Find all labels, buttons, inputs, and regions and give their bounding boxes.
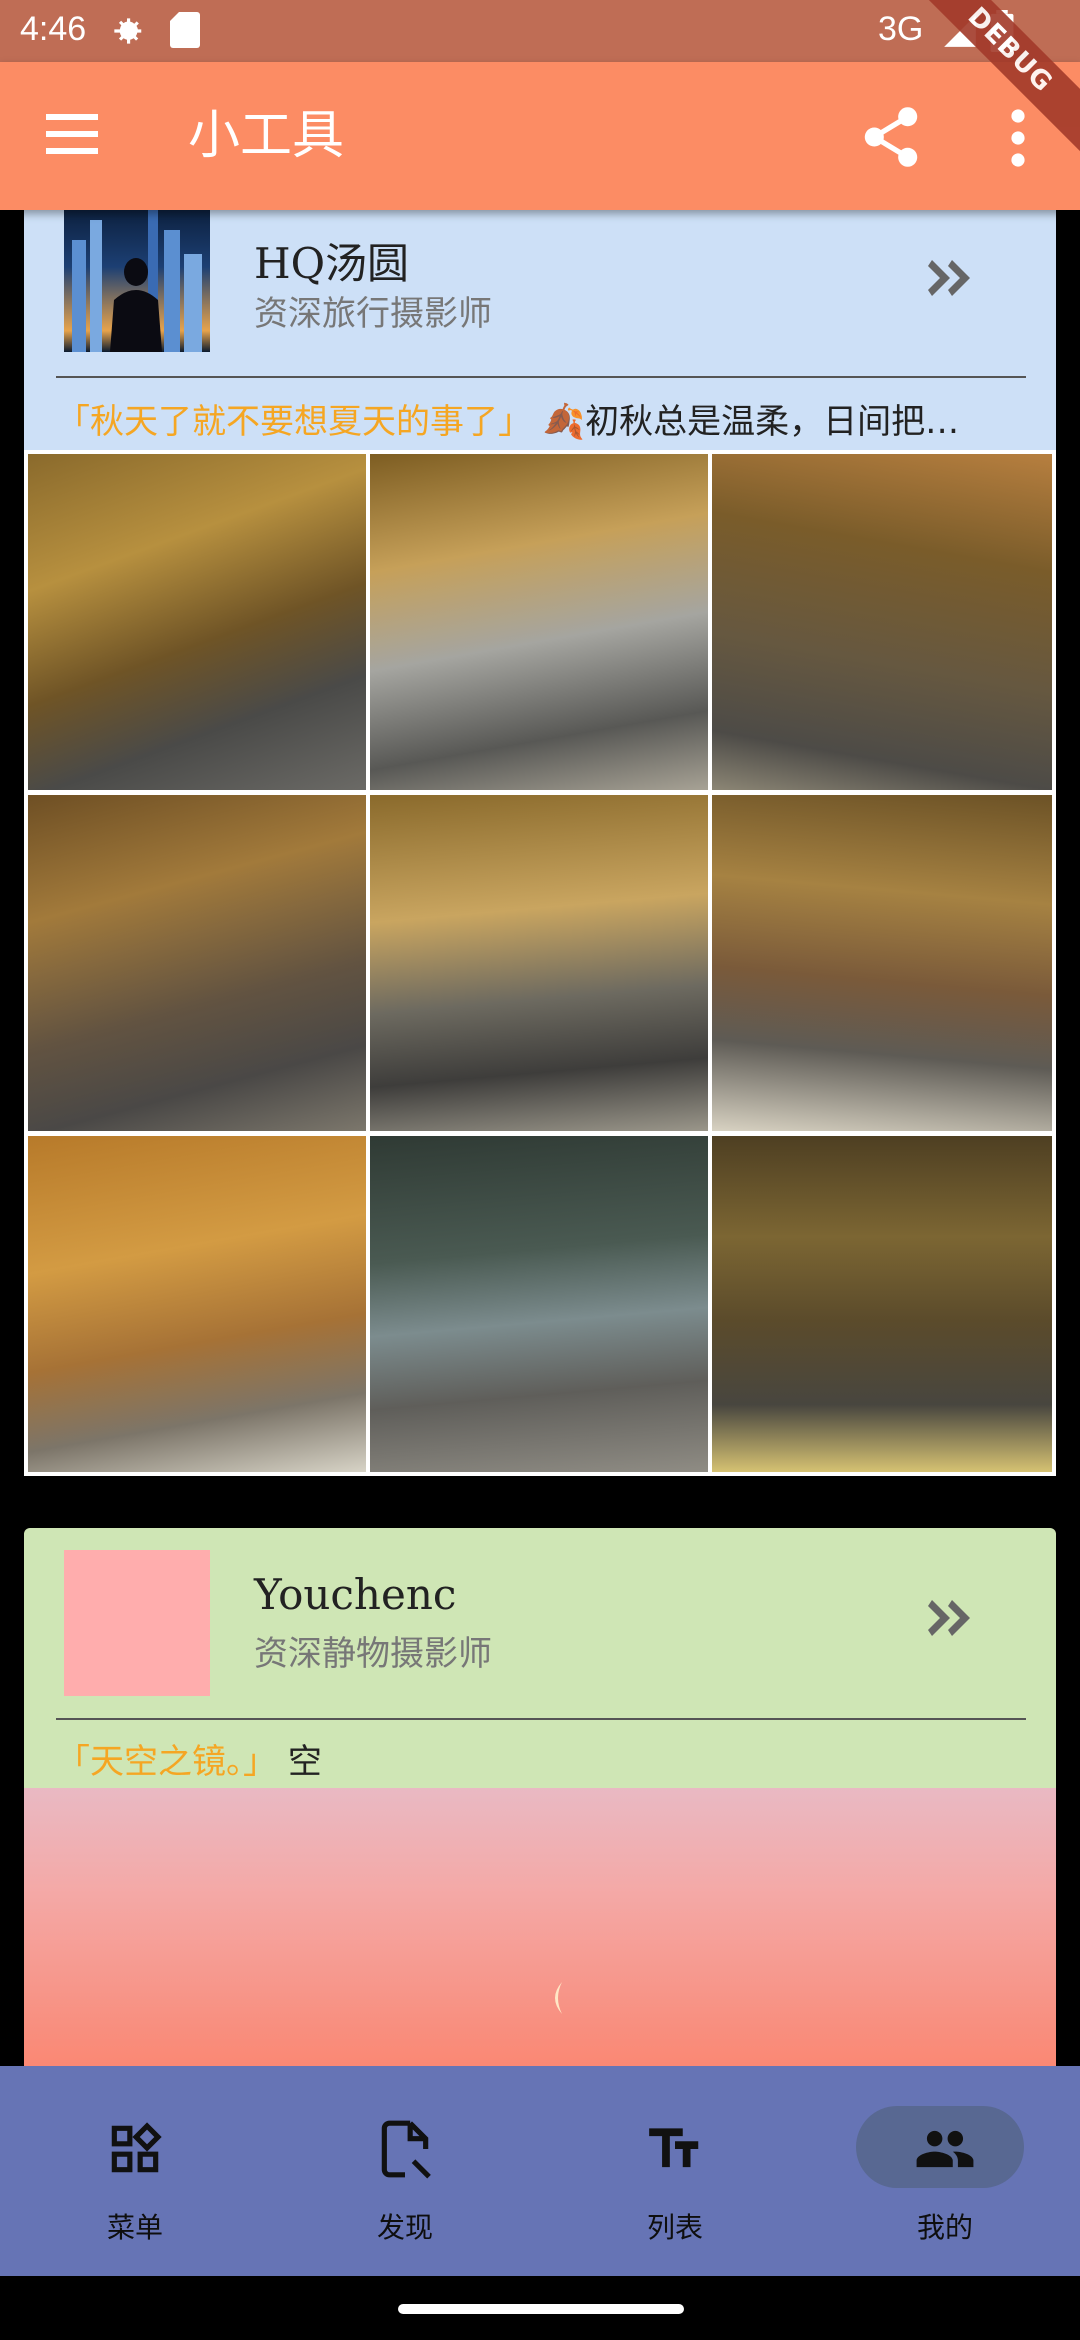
photo-street[interactable] bbox=[712, 1136, 1052, 1472]
post-summary[interactable]: 「天空之镜。」 空 bbox=[56, 1734, 1046, 1783]
gesture-bar bbox=[0, 2276, 1080, 2340]
double-chevron-right-icon[interactable] bbox=[924, 1598, 974, 1638]
photo-street[interactable] bbox=[28, 795, 366, 1131]
author-name[interactable]: Youchenc bbox=[254, 1570, 456, 1619]
page-title: 小工具 bbox=[188, 106, 345, 166]
nav-label: 列表 bbox=[646, 2211, 703, 2244]
author-title: 资深静物摄影师 bbox=[254, 1634, 492, 1674]
document-search-icon bbox=[381, 2120, 431, 2179]
status-bar: 4:46 3G bbox=[0, 0, 1080, 62]
widgets-icon bbox=[111, 2122, 162, 2173]
photo-street[interactable] bbox=[712, 795, 1052, 1131]
post-header[interactable]: HQ汤圆 资深旅行摄影师 「秋天了就不要想夏天的事了」 🍂初秋总是温柔，日间把… bbox=[24, 210, 1056, 450]
photo-sky[interactable] bbox=[24, 1788, 1056, 2066]
photo-street[interactable] bbox=[370, 1136, 708, 1472]
share-icon[interactable] bbox=[862, 106, 920, 168]
status-time: 4:46 bbox=[20, 10, 87, 48]
nav-item-list[interactable]: 列表 bbox=[540, 2066, 810, 2276]
nav-label: 菜单 bbox=[106, 2211, 163, 2244]
settings-gear-icon bbox=[114, 18, 142, 44]
app-bar: 小工具 bbox=[0, 62, 1080, 210]
photo-street[interactable] bbox=[28, 454, 366, 790]
photo-street[interactable] bbox=[370, 795, 708, 1131]
photo-street[interactable] bbox=[370, 454, 708, 790]
home-gesture-handle[interactable] bbox=[398, 2304, 684, 2314]
post-excerpt: 空 bbox=[287, 1742, 322, 1782]
nav-item-menu[interactable]: 菜单 bbox=[0, 2066, 270, 2276]
sd-card-icon bbox=[170, 12, 200, 48]
feed[interactable]: HQ汤圆 资深旅行摄影师 「秋天了就不要想夏天的事了」 🍂初秋总是温柔，日间把… bbox=[0, 210, 1080, 2066]
photo-street[interactable] bbox=[712, 454, 1052, 790]
network-type: 3G bbox=[878, 10, 924, 48]
double-chevron-right-icon[interactable] bbox=[924, 258, 974, 298]
divider bbox=[56, 376, 1026, 378]
post-card[interactable]: Youchenc 资深静物摄影师 「天空之镜。」 空 bbox=[24, 1528, 1056, 2066]
author-name[interactable]: HQ汤圆 bbox=[254, 230, 409, 291]
nav-label: 发现 bbox=[376, 2211, 433, 2244]
nav-label: 我的 bbox=[916, 2211, 973, 2244]
post-header[interactable]: Youchenc 资深静物摄影师 「天空之镜。」 空 bbox=[24, 1528, 1056, 1788]
photo-grid bbox=[24, 450, 1056, 1476]
photo-building[interactable] bbox=[28, 1136, 366, 1472]
avatar[interactable] bbox=[64, 210, 210, 352]
post-card[interactable]: HQ汤圆 资深旅行摄影师 「秋天了就不要想夏天的事了」 🍂初秋总是温柔，日间把… bbox=[24, 210, 1056, 1476]
divider bbox=[56, 1718, 1026, 1720]
post-title: 「天空之镜。」 bbox=[56, 1742, 277, 1782]
people-icon bbox=[916, 2130, 974, 2168]
post-summary[interactable]: 「秋天了就不要想夏天的事了」 🍂初秋总是温柔，日间把… bbox=[56, 394, 1046, 443]
more-vert-icon[interactable] bbox=[1000, 108, 1036, 168]
post-title: 「秋天了就不要想夏天的事了」 bbox=[56, 402, 532, 442]
moon-shape bbox=[555, 1982, 562, 2014]
text-size-icon bbox=[649, 2128, 699, 2168]
nav-item-mine[interactable]: 我的 bbox=[810, 2066, 1080, 2276]
avatar[interactable] bbox=[64, 1550, 210, 1696]
avatar-city-image bbox=[72, 210, 202, 352]
nav-item-discover[interactable]: 发现 bbox=[270, 2066, 540, 2276]
author-title: 资深旅行摄影师 bbox=[254, 294, 492, 334]
post-excerpt: 🍂初秋总是温柔，日间把… bbox=[542, 402, 960, 442]
bottom-navigation: 菜单 发现 列表 我的 bbox=[0, 2066, 1080, 2276]
menu-icon[interactable] bbox=[46, 114, 98, 154]
